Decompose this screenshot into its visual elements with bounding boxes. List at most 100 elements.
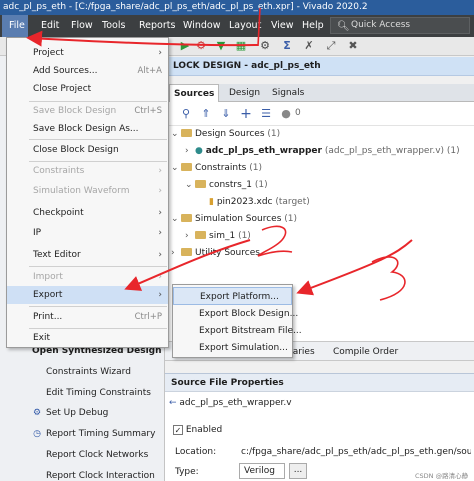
- tree-design-sources[interactable]: ⌄ Design Sources (1): [171, 129, 280, 139]
- report-timing-summary[interactable]: ◷ Report Timing Summary: [33, 429, 155, 439]
- enabled-checkbox[interactable]: ✓: [173, 425, 183, 435]
- export-platform[interactable]: Export Platform...: [173, 287, 292, 305]
- tree-sim-1[interactable]: › sim_1 (1): [185, 231, 251, 241]
- menu-layout[interactable]: Layout: [229, 15, 261, 37]
- sim-1-label: sim_1: [209, 231, 236, 241]
- menu-window[interactable]: Window: [183, 15, 220, 37]
- menu-file[interactable]: File: [2, 15, 28, 37]
- file-menu-constraints-label: Constraints: [33, 166, 85, 176]
- export-block-design[interactable]: Export Block Design...: [173, 305, 298, 323]
- export-simulation[interactable]: Export Simulation...: [173, 339, 292, 357]
- menu-separator: [29, 266, 167, 267]
- file-menu-save-block-design[interactable]: Save Block Design Ctrl+S: [7, 102, 168, 120]
- file-menu-save-block-design-as[interactable]: Save Block Design As...: [7, 120, 168, 138]
- set-up-debug-label: Set Up Debug: [46, 408, 109, 418]
- clock-icon: ◷: [33, 429, 41, 439]
- edit-timing-constraints[interactable]: Edit Timing Constraints: [46, 388, 151, 398]
- type-more-button[interactable]: ...: [289, 463, 307, 479]
- folder-icon: [195, 180, 206, 188]
- file-menu-ip[interactable]: IP ›: [7, 224, 168, 242]
- tab-design[interactable]: Design: [225, 84, 264, 102]
- collapse-all-icon[interactable]: ⇑: [199, 107, 213, 121]
- file-menu-save-block-design-label: Save Block Design: [33, 106, 117, 116]
- cut-icon[interactable]: ✗: [302, 39, 316, 53]
- collapse-chevron-icon[interactable]: ⌄: [171, 163, 181, 173]
- file-menu-text-editor-label: Text Editor: [33, 250, 81, 260]
- file-menu-project[interactable]: Project ›: [7, 44, 168, 62]
- shortcut-alt-a: Alt+A: [137, 66, 162, 76]
- tree-pin-file[interactable]: ▮ pin2023.xdc (target): [209, 197, 310, 207]
- folder-icon: [181, 248, 192, 256]
- report-clock-networks[interactable]: Report Clock Networks: [46, 450, 148, 460]
- collapse-chevron-icon[interactable]: ⌄: [171, 129, 181, 139]
- location-label: Location:: [175, 447, 217, 457]
- utility-sources-label: Utility Sources: [195, 248, 260, 258]
- bitstream-icon[interactable]: ▦: [234, 39, 248, 53]
- menu-reports[interactable]: Reports: [139, 15, 175, 37]
- sfp-header: Source File Properties: [165, 374, 474, 392]
- export-bitstream-file[interactable]: Export Bitstream File...: [173, 322, 302, 340]
- file-menu-ip-label: IP: [33, 228, 42, 238]
- xdc-file-icon: ▮: [209, 197, 214, 207]
- file-menu-exit[interactable]: Exit: [7, 329, 168, 347]
- search-icon[interactable]: ⚲: [179, 107, 193, 121]
- file-menu-export-label: Export: [33, 290, 63, 300]
- menu-edit[interactable]: Edit: [41, 15, 59, 37]
- report-clock-interaction[interactable]: Report Clock Interaction: [46, 471, 155, 481]
- sources-tabs: Sources Design Signals: [165, 84, 474, 102]
- file-menu-checkpoint[interactable]: Checkpoint ›: [7, 204, 168, 222]
- tree-constraints[interactable]: ⌄ Constraints (1): [171, 163, 262, 173]
- file-menu-import[interactable]: Import ›: [7, 268, 168, 286]
- file-menu-constraints[interactable]: Constraints ›: [7, 162, 168, 180]
- debug-icon[interactable]: ⚙: [194, 39, 208, 53]
- file-menu-project-label: Project: [33, 48, 64, 58]
- submenu-arrow-icon: ›: [158, 250, 162, 260]
- quick-access-input[interactable]: 🔍︎ Quick Access: [330, 17, 470, 34]
- menu-view[interactable]: View: [271, 15, 294, 37]
- hierarchy-icon[interactable]: ☰: [259, 107, 273, 121]
- file-menu-simulation-waveform[interactable]: Simulation Waveform ›: [7, 182, 168, 200]
- set-up-debug[interactable]: ⚙ Set Up Debug: [33, 408, 109, 418]
- file-menu-close-block-design[interactable]: Close Block Design: [7, 141, 168, 159]
- file-menu-add-sources[interactable]: Add Sources... Alt+A: [7, 62, 168, 80]
- fullscreen-icon[interactable]: ⤢: [324, 39, 338, 53]
- tab-compile-order[interactable]: Compile Order: [329, 343, 402, 361]
- file-menu-print-label: Print...: [33, 312, 63, 322]
- block-design-header: LOCK DESIGN - adc_pl_ps_eth: [165, 57, 474, 76]
- add-icon[interactable]: +: [239, 107, 253, 121]
- tree-constrs-1[interactable]: ⌄ constrs_1 (1): [185, 180, 268, 190]
- menu-separator: [29, 306, 167, 307]
- tab-sources[interactable]: Sources: [169, 84, 220, 102]
- collapse-icon[interactable]: ✖: [346, 39, 360, 53]
- back-icon[interactable]: ←: [169, 398, 177, 408]
- file-menu-text-editor[interactable]: Text Editor ›: [7, 246, 168, 264]
- file-menu-export[interactable]: Export ›: [7, 286, 168, 304]
- file-menu-close-project[interactable]: Close Project: [7, 80, 168, 98]
- menu-flow[interactable]: Flow: [71, 15, 93, 37]
- expand-chevron-icon[interactable]: ›: [171, 248, 181, 258]
- gear-icon[interactable]: ⚙: [258, 39, 272, 53]
- program-icon[interactable]: ▼: [214, 39, 228, 53]
- tree-wrapper[interactable]: › ● adc_pl_ps_eth_wrapper (adc_pl_ps_eth_…: [185, 146, 460, 156]
- collapse-chevron-icon[interactable]: ⌄: [185, 180, 195, 190]
- menu-tools[interactable]: Tools: [102, 15, 125, 37]
- expand-chevron-icon[interactable]: ›: [185, 231, 195, 241]
- run-icon[interactable]: ▶: [178, 39, 192, 53]
- tree-sim-sources[interactable]: ⌄ Simulation Sources (1): [171, 214, 297, 224]
- sim-sources-label: Simulation Sources: [195, 214, 282, 224]
- collapse-chevron-icon[interactable]: ⌄: [171, 214, 181, 224]
- type-field[interactable]: Verilog: [239, 463, 285, 479]
- file-menu-checkpoint-label: Checkpoint: [33, 208, 84, 218]
- file-menu-print[interactable]: Print... Ctrl+P: [7, 308, 168, 326]
- tree-utility-sources[interactable]: › Utility Sources: [171, 248, 260, 258]
- search-icon: 🔍︎: [337, 21, 350, 32]
- tab-signals[interactable]: Signals: [268, 84, 308, 102]
- expand-all-icon[interactable]: ⇓: [219, 107, 233, 121]
- wrapper-label: adc_pl_ps_eth_wrapper: [205, 146, 322, 156]
- sum-icon[interactable]: Σ: [280, 39, 294, 53]
- menu-help[interactable]: Help: [302, 15, 324, 37]
- file-menu-add-sources-label: Add Sources...: [33, 66, 98, 76]
- submenu-arrow-icon: ›: [158, 272, 162, 282]
- expand-chevron-icon[interactable]: ›: [185, 146, 195, 156]
- constraints-wizard[interactable]: Constraints Wizard: [46, 367, 131, 377]
